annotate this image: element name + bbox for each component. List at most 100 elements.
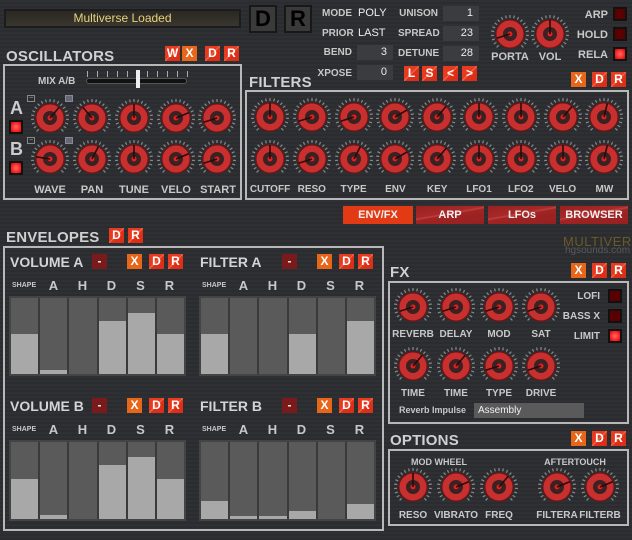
next-button[interactable]: > [462, 66, 477, 81]
envelope-release-slider[interactable] [346, 298, 375, 374]
fx-d-button[interactable]: D [592, 263, 607, 278]
envelope-d-button[interactable]: D [149, 254, 164, 269]
envelope-d-button[interactable]: D [339, 254, 354, 269]
osc-b-pan-knob[interactable] [72, 139, 112, 179]
fx-row2-drive-3-knob[interactable] [521, 346, 561, 386]
osc-a-enable[interactable] [9, 120, 23, 134]
osc-b-start-knob[interactable] [197, 139, 237, 179]
envelope-release-slider[interactable] [346, 442, 375, 519]
mix-slider-handle[interactable] [135, 70, 140, 88]
prev-button[interactable]: < [443, 66, 458, 81]
fx-delay-knob[interactable] [436, 287, 476, 327]
load-button[interactable]: L [404, 66, 419, 81]
envelope-d-button[interactable]: D [149, 398, 164, 413]
filters-d-button[interactable]: D [592, 72, 607, 87]
envelope-hold-slider[interactable] [69, 298, 97, 374]
options-d-button[interactable]: D [592, 431, 607, 446]
filters-r-button[interactable]: R [611, 72, 626, 87]
osc-b-tune-knob[interactable] [114, 139, 154, 179]
tab-arp[interactable]: ARP [416, 206, 484, 224]
envelope-d-button[interactable]: D [339, 398, 354, 413]
filter-1-velo-knob[interactable] [543, 97, 583, 137]
arp-toggle[interactable] [613, 7, 627, 21]
envelope-shape-slider[interactable] [11, 442, 39, 519]
osc-b-velo-knob[interactable] [156, 139, 196, 179]
envelope-x-button[interactable]: X [317, 254, 332, 269]
mix-slider[interactable] [86, 70, 188, 88]
envelope-minus-button[interactable]: - [92, 254, 107, 269]
lofi-toggle[interactable] [608, 289, 622, 303]
envelope-release-slider[interactable] [156, 298, 185, 374]
filter-2-mw-knob[interactable] [584, 139, 624, 179]
filter-1-cutoff-knob[interactable] [250, 97, 290, 137]
envelope-decay-slider[interactable] [288, 442, 316, 519]
filter-1-lfo1-knob[interactable] [459, 97, 499, 137]
envelope-hold-slider[interactable] [259, 298, 287, 374]
option-filterb-knob[interactable] [580, 467, 620, 507]
xpose-field[interactable]: 0 [357, 65, 393, 80]
fx-mod-knob[interactable] [479, 287, 519, 327]
option-freq-knob[interactable] [479, 467, 519, 507]
filter-1-key-knob[interactable] [417, 97, 457, 137]
option-filtera-knob[interactable] [537, 467, 577, 507]
osc-a-velo-knob[interactable] [156, 98, 196, 138]
fx-reverb-knob[interactable] [393, 287, 433, 327]
filter-2-lfo1-knob[interactable] [459, 139, 499, 179]
envelope-minus-button[interactable]: - [92, 398, 107, 413]
envelope-sustain-slider[interactable] [317, 298, 345, 374]
options-x-button[interactable]: X [571, 431, 586, 446]
reverb-impulse-select[interactable]: Assembly [474, 403, 584, 418]
tab-lfos[interactable]: LFOs [488, 206, 556, 224]
envelope-x-button[interactable]: X [317, 398, 332, 413]
envelope-shape-slider[interactable] [11, 298, 39, 374]
spread-field[interactable]: 23 [443, 26, 479, 41]
bend-field[interactable]: 3 [357, 45, 393, 60]
envelope-r-button[interactable]: R [168, 254, 183, 269]
tab-env-fx[interactable]: ENV/FX [343, 206, 413, 224]
osc-w-button[interactable]: W [165, 46, 180, 61]
filter-1-reso-knob[interactable] [292, 97, 332, 137]
envelope-minus-button[interactable]: - [282, 398, 297, 413]
envelope-shape-slider[interactable] [201, 298, 229, 374]
vol-knob[interactable] [530, 14, 570, 54]
envelope-shape-slider[interactable] [201, 442, 229, 519]
r-big-button[interactable]: R [284, 5, 312, 33]
porta-knob[interactable] [490, 14, 530, 54]
filter-2-velo-knob[interactable] [543, 139, 583, 179]
envelope-sustain-slider[interactable] [127, 298, 155, 374]
unison-field[interactable]: 1 [443, 6, 479, 21]
envelope-attack-slider[interactable] [230, 442, 258, 519]
envelope-sustain-slider[interactable] [127, 442, 155, 519]
envelope-r-button[interactable]: R [358, 254, 373, 269]
filter-2-lfo2-knob[interactable] [501, 139, 541, 179]
osc-a-pan-knob[interactable] [72, 98, 112, 138]
mode-value[interactable]: POLY [358, 7, 387, 19]
filter-1-mw-knob[interactable] [584, 97, 624, 137]
d-big-button[interactable]: D [249, 5, 277, 33]
options-r-button[interactable]: R [611, 431, 626, 446]
limit-toggle[interactable] [608, 329, 622, 343]
osc-d-button[interactable]: D [205, 46, 220, 61]
osc-b-wave-knob[interactable] [30, 139, 70, 179]
osc-a-start-knob[interactable] [197, 98, 237, 138]
envelopes-r-button[interactable]: R [128, 228, 143, 243]
envelope-decay-slider[interactable] [288, 298, 316, 374]
envelope-release-slider[interactable] [156, 442, 185, 519]
envelope-minus-button[interactable]: - [282, 254, 297, 269]
tab-browser[interactable]: BROWSER [560, 206, 628, 224]
filter-2-type-knob[interactable] [334, 139, 374, 179]
option-reso-knob[interactable] [393, 467, 433, 507]
fx-row2-time-1-knob[interactable] [436, 346, 476, 386]
option-vibrato-knob[interactable] [436, 467, 476, 507]
envelope-x-button[interactable]: X [127, 398, 142, 413]
filters-x-button[interactable]: X [571, 72, 586, 87]
fx-row2-type-2-knob[interactable] [479, 346, 519, 386]
envelope-sustain-slider[interactable] [317, 442, 345, 519]
filter-2-reso-knob[interactable] [292, 139, 332, 179]
filter-2-key-knob[interactable] [417, 139, 457, 179]
envelope-hold-slider[interactable] [69, 442, 97, 519]
fx-r-button[interactable]: R [611, 263, 626, 278]
envelope-attack-slider[interactable] [40, 298, 68, 374]
envelope-decay-slider[interactable] [98, 442, 126, 519]
fx-x-button[interactable]: X [571, 263, 586, 278]
